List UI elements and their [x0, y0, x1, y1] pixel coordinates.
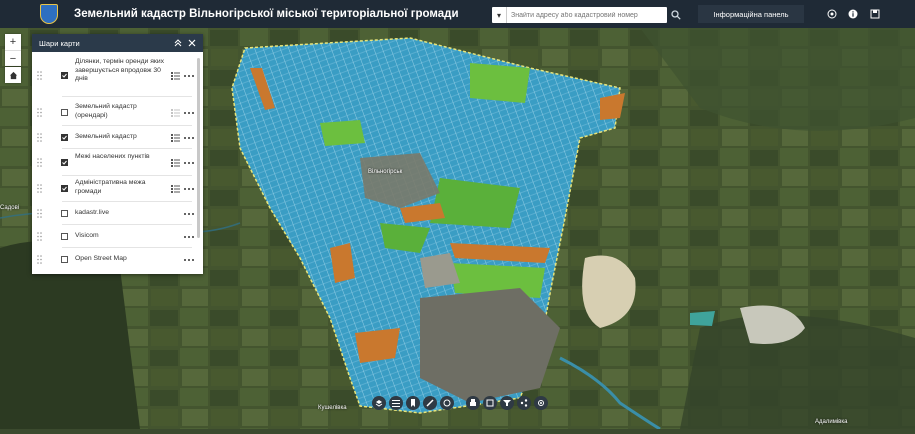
measure-icon[interactable] — [423, 396, 437, 410]
zoom-in-button[interactable]: + — [5, 34, 21, 50]
more-options-icon[interactable] — [184, 235, 194, 239]
layer-checkbox[interactable] — [61, 109, 68, 116]
drag-handle-icon[interactable] — [37, 71, 42, 80]
layer-checkbox[interactable] — [61, 185, 68, 192]
divider — [62, 224, 192, 225]
print-icon[interactable] — [466, 396, 480, 410]
info-panel-button[interactable]: Інформаційна панель — [698, 5, 804, 23]
layer-item[interactable]: kadastr.live — [32, 204, 197, 222]
zoom-out-button[interactable]: − — [5, 50, 21, 66]
divider — [62, 96, 192, 97]
place-label-west: Садові — [0, 205, 20, 211]
home-button[interactable] — [5, 67, 21, 83]
layer-item[interactable]: Земельний кадастр — [32, 128, 197, 146]
place-label-town: Вільногірськ — [368, 169, 403, 175]
info-icon[interactable] — [846, 7, 860, 21]
drag-handle-icon[interactable] — [37, 184, 42, 193]
zoom-control: + − — [5, 34, 21, 66]
app-title: Земельний кадастр Вільногірської міської… — [74, 8, 459, 20]
legend-icon[interactable] — [389, 396, 403, 410]
divider — [62, 201, 192, 202]
map-icon[interactable] — [825, 7, 839, 21]
more-options-icon[interactable] — [184, 212, 194, 216]
drag-handle-icon[interactable] — [37, 158, 42, 167]
layer-checkbox[interactable] — [61, 233, 68, 240]
drag-handle-icon[interactable] — [37, 133, 42, 142]
divider — [62, 247, 192, 248]
layer-name: Open Street Map — [75, 255, 127, 262]
layer-item[interactable]: Visicom — [32, 227, 197, 245]
legend-list-icon[interactable] — [171, 134, 180, 142]
layer-item[interactable]: Адміністративна межа громади — [32, 177, 197, 199]
legend-list-icon[interactable] — [171, 72, 180, 80]
legend-list-icon[interactable] — [171, 109, 180, 117]
more-options-icon[interactable] — [184, 187, 194, 191]
locate-icon[interactable] — [534, 396, 548, 410]
map-toolbar-right — [466, 396, 551, 412]
bookmark-icon[interactable] — [406, 396, 420, 410]
layers-panel: Шари карти Ділянки, термін оренди яких з… — [32, 34, 203, 274]
layers-panel-header: Шари карти — [32, 34, 203, 52]
more-options-icon[interactable] — [184, 111, 194, 115]
drag-handle-icon[interactable] — [37, 108, 42, 117]
layer-name: Visicom — [75, 232, 99, 239]
layer-checkbox[interactable] — [61, 210, 68, 217]
layers-icon[interactable] — [372, 396, 386, 410]
more-options-icon[interactable] — [184, 136, 194, 140]
layer-name: Ділянки, термін оренди яких завершується… — [75, 58, 165, 82]
search-icon — [671, 10, 681, 20]
collapse-icon[interactable] — [172, 37, 184, 49]
layer-name: Земельний кадастр — [75, 133, 137, 140]
legend-list-icon[interactable] — [171, 159, 180, 167]
divider — [62, 125, 192, 126]
search-box[interactable]: ▾ — [492, 7, 667, 23]
layer-item[interactable]: Ділянки, термін оренди яких завершується… — [32, 58, 197, 94]
drag-handle-icon[interactable] — [37, 255, 42, 264]
more-options-icon[interactable] — [184, 258, 194, 262]
draw-icon[interactable] — [440, 396, 454, 410]
place-label-south: Кушелівка — [318, 405, 347, 411]
home-icon — [9, 71, 17, 79]
basemap-icon[interactable] — [483, 396, 497, 410]
layer-checkbox[interactable] — [61, 134, 68, 141]
map-toolbar — [372, 396, 457, 412]
drag-handle-icon[interactable] — [37, 209, 42, 218]
layer-name: kadastr.live — [75, 209, 110, 216]
divider — [62, 148, 192, 149]
layers-panel-title: Шари карти — [39, 38, 80, 48]
layer-checkbox[interactable] — [61, 256, 68, 263]
more-options-icon[interactable] — [184, 74, 194, 78]
divider — [62, 175, 192, 176]
app-header: Земельний кадастр Вільногірської міської… — [0, 0, 915, 28]
place-label-southeast: Адалимівка — [815, 419, 848, 425]
search-input[interactable] — [507, 8, 667, 22]
more-options-icon[interactable] — [184, 161, 194, 165]
legend-list-icon[interactable] — [171, 185, 180, 193]
panel-scrollbar[interactable] — [197, 58, 200, 238]
layer-checkbox[interactable] — [61, 159, 68, 166]
layer-name: Межі населених пунктів — [75, 153, 150, 160]
layer-name: Адміністративна межа громади — [75, 179, 146, 195]
layer-checkbox[interactable] — [61, 72, 68, 79]
coat-of-arms-logo — [40, 4, 58, 24]
chevron-down-icon[interactable]: ▾ — [492, 7, 507, 23]
layer-item[interactable]: Open Street Map — [32, 250, 197, 268]
search-button[interactable] — [669, 7, 683, 23]
close-icon[interactable] — [186, 37, 198, 49]
layer-name: Земельний кадастр (орендарі) — [75, 103, 137, 119]
share-icon[interactable] — [517, 396, 531, 410]
filter-icon[interactable] — [500, 396, 514, 410]
layer-item[interactable]: Межі населених пунктів — [32, 151, 197, 173]
layer-item[interactable]: Земельний кадастр (орендарі) — [32, 101, 197, 123]
save-icon[interactable] — [868, 7, 882, 21]
drag-handle-icon[interactable] — [37, 232, 42, 241]
